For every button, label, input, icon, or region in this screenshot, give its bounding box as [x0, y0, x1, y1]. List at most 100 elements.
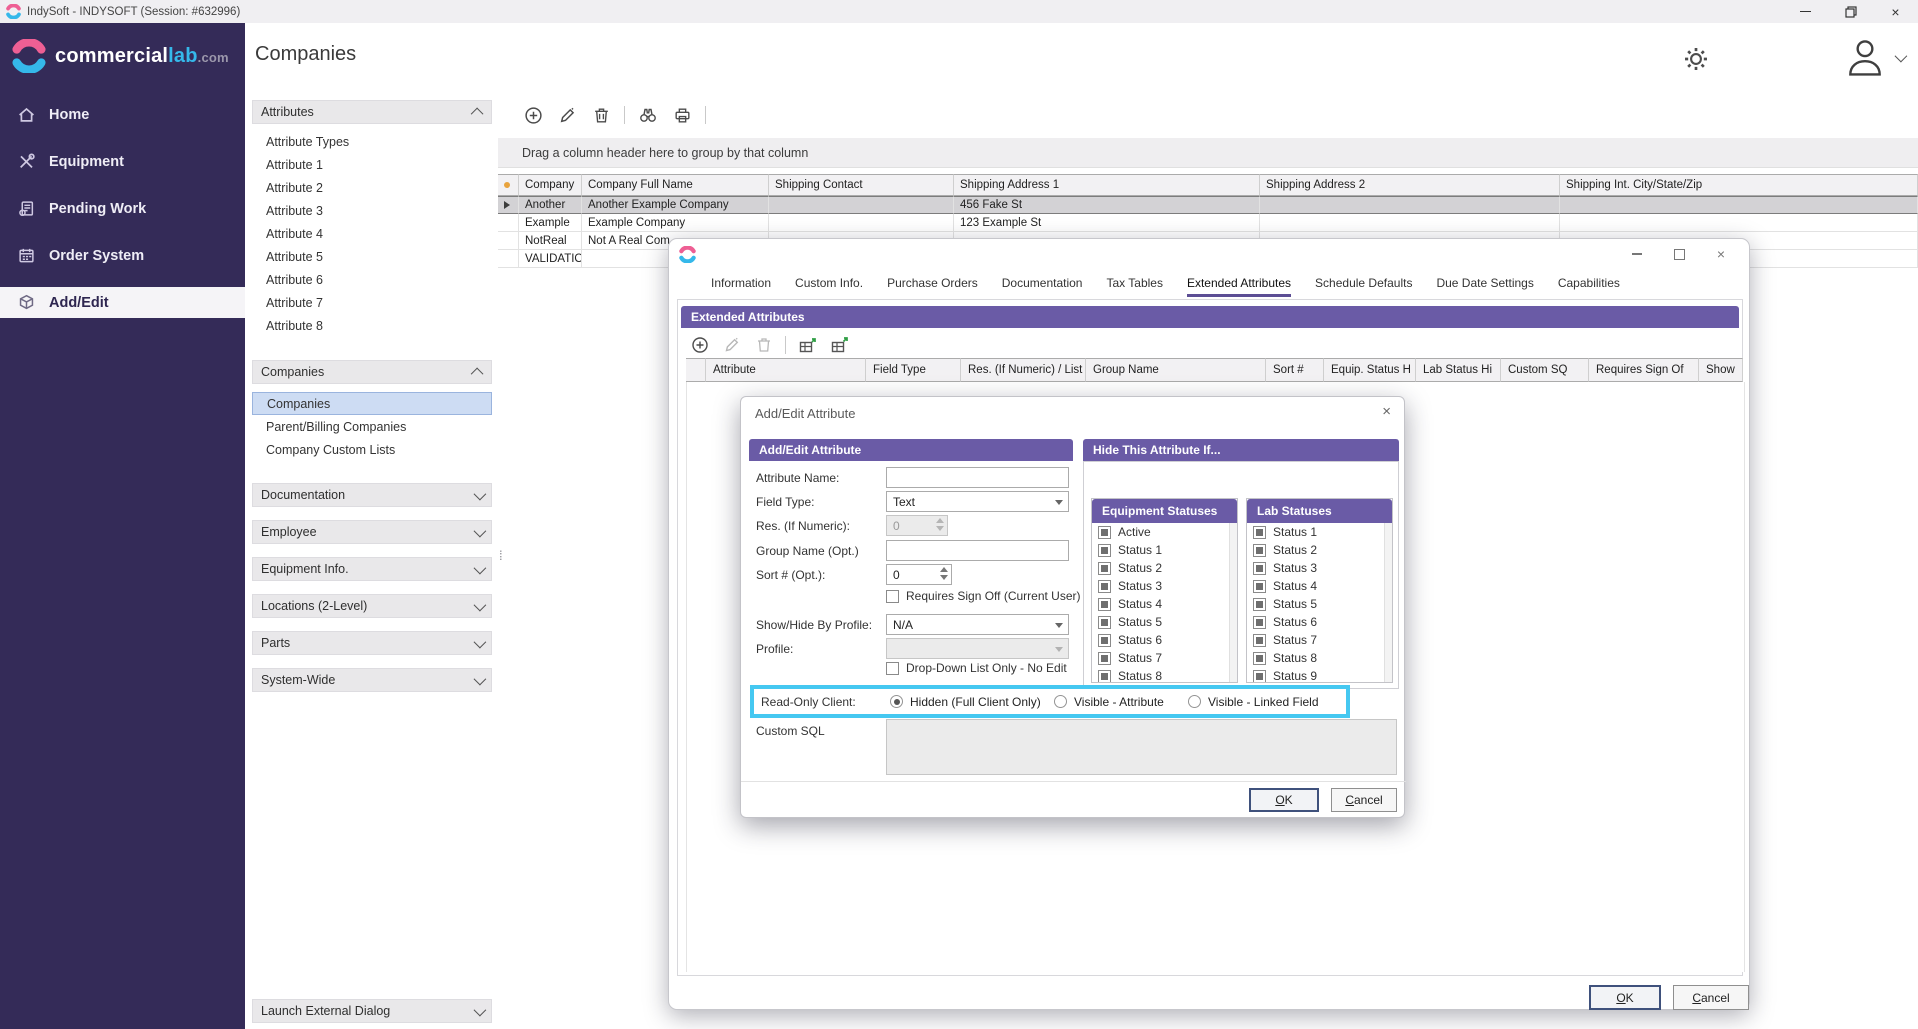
tab-capabilities[interactable]: Capabilities: [1558, 276, 1620, 297]
status-checkbox[interactable]: [1253, 598, 1266, 611]
status-checkbox[interactable]: [1253, 670, 1266, 683]
pane-splitter[interactable]: ⁞: [499, 548, 503, 563]
delete-button[interactable]: [590, 104, 612, 126]
radio-icon[interactable]: [1054, 695, 1067, 708]
radio-selected-icon[interactable]: [890, 695, 903, 708]
dropdown-only-checkbox[interactable]: [886, 662, 899, 675]
sidebar-item[interactable]: Attribute Types: [252, 130, 492, 153]
readonly-option-hidden[interactable]: Hidden (Full Client Only): [890, 695, 1041, 709]
dialog-close-button[interactable]: ×: [1707, 243, 1735, 265]
status-checkbox[interactable]: [1098, 526, 1111, 539]
window-minimize-button[interactable]: [1783, 0, 1828, 23]
requires-signoff-checkbox[interactable]: [886, 590, 899, 603]
grid-export-row-button[interactable]: [828, 334, 850, 356]
lab-statuses-scrollbar[interactable]: [1384, 523, 1392, 682]
collapsed-section-header[interactable]: System-Wide: [252, 668, 492, 692]
profile-select[interactable]: [886, 638, 1069, 659]
status-checkbox[interactable]: [1253, 562, 1266, 575]
status-checkbox[interactable]: [1253, 526, 1266, 539]
dialog-minimize-button[interactable]: [1623, 243, 1651, 265]
tab-due-date-settings[interactable]: Due Date Settings: [1436, 276, 1533, 297]
column-header[interactable]: Lab Status Hi: [1416, 358, 1501, 382]
status-checkbox[interactable]: [1098, 670, 1111, 683]
column-header[interactable]: Show: [1699, 358, 1743, 382]
radio-icon[interactable]: [1188, 695, 1201, 708]
status-list-item[interactable]: Status 1: [1247, 523, 1392, 541]
grid-insert-row-button[interactable]: [796, 334, 818, 356]
tab-schedule-defaults[interactable]: Schedule Defaults: [1315, 276, 1412, 297]
column-header[interactable]: Shipping Int. City/State/Zip: [1560, 174, 1918, 196]
status-list-item[interactable]: Status 2: [1092, 559, 1237, 577]
nav-item-home[interactable]: Home: [0, 91, 245, 138]
launch-external-dialog[interactable]: Launch External Dialog: [252, 999, 492, 1023]
show-hide-profile-select[interactable]: N/A: [886, 614, 1069, 635]
column-header[interactable]: Equip. Status H: [1324, 358, 1416, 382]
collapsed-section-header[interactable]: Parts: [252, 631, 492, 655]
column-header[interactable]: Company: [519, 174, 582, 196]
nav-item-add-edit[interactable]: Add/Edit: [0, 287, 245, 318]
status-checkbox[interactable]: [1098, 562, 1111, 575]
readonly-option-visible-attribute[interactable]: Visible - Attribute: [1054, 695, 1164, 709]
sidebar-item[interactable]: Attribute 7: [252, 291, 492, 314]
equipment-statuses-scrollbar[interactable]: [1229, 523, 1237, 682]
sidebar-item[interactable]: Attribute 5: [252, 245, 492, 268]
status-list-item[interactable]: Status 3: [1247, 559, 1392, 577]
settings-gear-icon[interactable]: [1682, 45, 1710, 73]
column-header[interactable]: Shipping Contact: [769, 174, 954, 196]
status-list-item[interactable]: Status 2: [1247, 541, 1392, 559]
attribute-dialog-close-button[interactable]: ×: [1382, 403, 1391, 420]
status-checkbox[interactable]: [1098, 544, 1111, 557]
tab-tax-tables[interactable]: Tax Tables: [1106, 276, 1162, 297]
status-list-item[interactable]: Status 5: [1247, 595, 1392, 613]
attribute-name-input[interactable]: [886, 467, 1069, 488]
company-dialog-ok-button[interactable]: OK: [1589, 985, 1661, 1010]
table-row[interactable]: Example Example Company 123 Example St: [498, 214, 1918, 232]
column-header[interactable]: Group Name: [1086, 358, 1266, 382]
status-checkbox[interactable]: [1253, 580, 1266, 593]
search-button[interactable]: [637, 104, 659, 126]
sidebar-item-parent-billing[interactable]: Parent/Billing Companies: [252, 415, 492, 438]
tab-custom-info[interactable]: Custom Info.: [795, 276, 863, 297]
group-by-bar[interactable]: Drag a column header here to group by th…: [498, 138, 1918, 168]
nav-item-equipment[interactable]: Equipment: [0, 138, 245, 185]
status-checkbox[interactable]: [1253, 544, 1266, 557]
nav-item-order-system[interactable]: Order System: [0, 232, 245, 279]
tab-information[interactable]: Information: [711, 276, 771, 297]
collapsed-section-header[interactable]: Employee: [252, 520, 492, 544]
status-list-item[interactable]: Status 7: [1247, 631, 1392, 649]
status-list-item[interactable]: Status 6: [1247, 613, 1392, 631]
group-name-input[interactable]: [886, 540, 1069, 561]
column-header[interactable]: Shipping Address 1: [954, 174, 1260, 196]
status-list-item[interactable]: Status 8: [1247, 649, 1392, 667]
status-list-item[interactable]: Status 8: [1092, 667, 1237, 682]
sidebar-item[interactable]: Attribute 1: [252, 153, 492, 176]
edit-button[interactable]: [556, 104, 578, 126]
attribute-dialog-cancel-button[interactable]: Cancel: [1331, 788, 1397, 812]
collapsed-section-header[interactable]: Equipment Info.: [252, 557, 492, 581]
company-dialog-cancel-button[interactable]: Cancel: [1673, 985, 1749, 1010]
status-checkbox[interactable]: [1098, 634, 1111, 647]
field-type-select[interactable]: Text: [886, 491, 1069, 512]
add-button[interactable]: [522, 104, 544, 126]
sort-number-spinner[interactable]: 0: [886, 564, 952, 585]
status-list-item[interactable]: Status 4: [1092, 595, 1237, 613]
collapsed-section-header[interactable]: Documentation: [252, 483, 492, 507]
sidebar-item-companies[interactable]: Companies: [252, 392, 492, 415]
column-header[interactable]: Sort #: [1266, 358, 1324, 382]
column-header[interactable]: Company Full Name: [582, 174, 769, 196]
nav-item-pending-work[interactable]: Pending Work: [0, 185, 245, 232]
status-checkbox[interactable]: [1098, 652, 1111, 665]
column-header[interactable]: Attribute: [706, 358, 866, 382]
user-avatar-icon[interactable]: [1843, 35, 1887, 79]
status-checkbox[interactable]: [1098, 598, 1111, 611]
spinner-arrows-icon[interactable]: [936, 518, 944, 531]
sidebar-item[interactable]: Attribute 3: [252, 199, 492, 222]
tab-extended-attributes[interactable]: Extended Attributes: [1187, 276, 1291, 297]
column-header[interactable]: Custom SQ: [1501, 358, 1589, 382]
sidebar-item[interactable]: Attribute 8: [252, 314, 492, 337]
table-row-selected[interactable]: Another Another Example Company 456 Fake…: [498, 196, 1918, 214]
sidebar-item-custom-lists[interactable]: Company Custom Lists: [252, 438, 492, 461]
status-checkbox[interactable]: [1098, 616, 1111, 629]
status-checkbox[interactable]: [1253, 634, 1266, 647]
column-header[interactable]: Requires Sign Of: [1589, 358, 1699, 382]
